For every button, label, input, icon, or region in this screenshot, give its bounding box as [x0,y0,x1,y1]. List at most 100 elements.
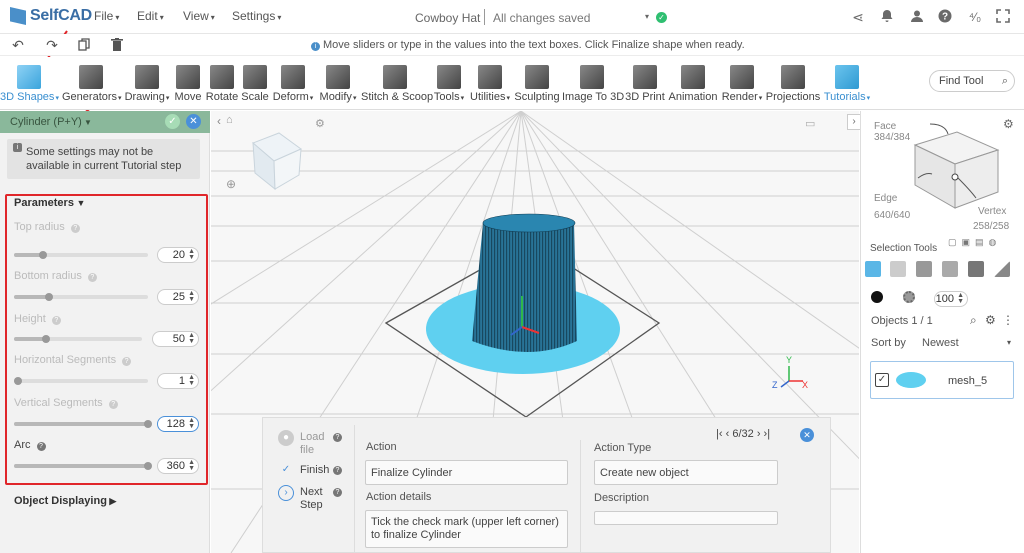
face-label: Face [874,121,897,132]
tutorial-divider [580,440,581,553]
units-icon[interactable]: ⁴⁄₀ [967,9,983,25]
tool-render[interactable]: Render [721,57,763,110]
target-view-icon[interactable]: ⊕ [226,177,236,191]
tool-projections[interactable]: Projections [765,57,821,110]
input-arc[interactable]: 360 ▲ ▼ [157,458,199,474]
help-icon[interactable]: ? [333,433,342,442]
notifications-bell-icon[interactable] [879,9,895,25]
prev-step-icon[interactable]: ‹ [726,428,730,440]
slider-knob[interactable] [144,462,152,470]
panel-title[interactable]: Cylinder (P+Y) [10,116,92,128]
undo-icon[interactable]: ↶ [10,38,26,52]
more-options-icon[interactable]: ⋮ [1002,313,1014,327]
first-step-icon[interactable]: |‹ [716,428,723,440]
tool-sculpting[interactable]: Sculpting [514,57,560,110]
tutorial-close-button[interactable]: ✕ [800,428,814,442]
tool-modify[interactable]: Modify [317,57,359,110]
home-view-icon[interactable]: ⌂ [226,114,233,126]
step-load-file[interactable]: Load file [300,431,330,457]
camera-settings-icon[interactable]: ⚙ [315,117,325,130]
share-icon[interactable]: ⋖ [850,9,866,25]
sort-label: Sort by [871,337,906,349]
brush-color-icon[interactable] [871,291,883,303]
user-icon[interactable] [909,9,925,25]
save-status: All changes saved [493,11,591,25]
object-visible-checkbox[interactable]: ✓ [875,373,889,387]
tool-move[interactable]: Move [172,57,204,110]
input-horizontal-segments[interactable]: 1 ▲ ▼ [157,373,199,389]
search-icon[interactable]: ⌕ [970,313,977,328]
step-next[interactable]: Next Step [300,486,330,512]
slider-knob[interactable] [42,335,50,343]
utilities-icon [478,65,502,89]
selection-cube-diagram[interactable] [900,120,1010,215]
help-icon[interactable]: ? [937,9,953,25]
collapse-right-panel-icon[interactable]: › [847,114,861,130]
tool-tools[interactable]: Tools [431,57,467,110]
close-panel-button[interactable]: ✕ [186,114,201,129]
input-height[interactable]: 50 ▲ ▼ [152,331,199,347]
copy-icon[interactable] [76,38,92,52]
collapse-panel-icon[interactable]: ‹ [217,114,221,128]
tool-stitch-scoop[interactable]: Stitch & Scoop [361,57,433,110]
tool-generators[interactable]: Generators [62,57,120,110]
tool-deform[interactable]: Deform [271,57,315,110]
tool-animation[interactable]: Animation [667,57,719,110]
axis-label-x: X [802,380,809,390]
stitch-scoop-icon [383,65,407,89]
step-finish[interactable]: Finish [300,464,329,477]
tool-rotate[interactable]: Rotate [205,57,239,110]
brush-size-input[interactable]: 100 ▲ ▼ [934,291,968,307]
tool-3d-print[interactable]: 3D Print [624,57,666,110]
slider-knob[interactable] [44,293,53,301]
next-step-nav-icon[interactable]: › [757,428,761,440]
tool-utilities[interactable]: Utilities [469,57,511,110]
last-step-icon[interactable]: ›| [764,428,771,440]
slider-knob[interactable] [14,377,22,385]
redo-icon[interactable]: ↷ [44,38,60,52]
select-face-icon[interactable] [890,261,906,277]
axis-label-y: Y [786,355,793,365]
tool-image-to-3d[interactable]: Image To 3D [562,57,624,110]
image-to-3d-icon [580,65,604,89]
generators-icon [79,65,103,89]
tool-3d-shapes[interactable]: 3D Shapes [0,57,58,110]
select-vertex-icon[interactable] [942,261,958,277]
object-settings-icon[interactable]: ⚙ [985,313,996,327]
slider-arc[interactable] [14,462,152,470]
view-mode-icon[interactable]: ▭ [805,117,815,130]
tool-drawing[interactable]: Drawing [124,57,170,110]
sort-select[interactable]: Newest ▾ [920,334,1014,352]
slider-knob[interactable] [144,420,152,428]
parameters-heading[interactable]: Parameters [14,197,85,209]
delete-trash-icon[interactable] [109,38,125,52]
slider-bottom-radius[interactable] [14,293,148,301]
tool-scale[interactable]: Scale [240,57,270,110]
finalize-check-button[interactable]: ✓ [165,114,180,129]
select-object-icon[interactable] [865,261,881,277]
slider-horizontal-segments[interactable] [14,377,148,385]
cylinder-mesh[interactable] [472,223,577,352]
input-vertical-segments[interactable]: 128 ▲ ▼ [157,416,199,432]
sculpting-icon [525,65,549,89]
select-surface-icon[interactable] [968,261,984,277]
view-cube[interactable] [252,132,302,191]
status-dropdown-icon[interactable]: ▾ [645,12,649,21]
tool-tutorials[interactable]: Tutorials [823,57,871,110]
menu-settings[interactable]: Settings [232,9,281,23]
slider-vertical-segments[interactable] [14,420,152,428]
object-displaying-toggle[interactable]: Object Displaying [14,495,116,507]
input-top-radius[interactable]: 20 ▲ ▼ [157,247,199,263]
object-list-item[interactable]: ✓ mesh_5 [870,361,1014,399]
slider-top-radius[interactable] [14,251,148,259]
fullscreen-icon[interactable] [995,9,1011,25]
help-icon[interactable]: ? [333,488,342,497]
selection-options-icons[interactable]: ▢▣▤◍ [948,237,1001,248]
select-edge-icon[interactable] [916,261,932,277]
help-icon[interactable]: ? [333,466,342,475]
brush-pattern-icon[interactable] [903,291,915,303]
find-tool-input[interactable]: Find Tool ⌕ [929,70,1015,92]
document-title[interactable]: Cowboy Hat [415,11,480,25]
slider-height[interactable] [14,335,142,343]
input-bottom-radius[interactable]: 25 ▲ ▼ [157,289,199,305]
